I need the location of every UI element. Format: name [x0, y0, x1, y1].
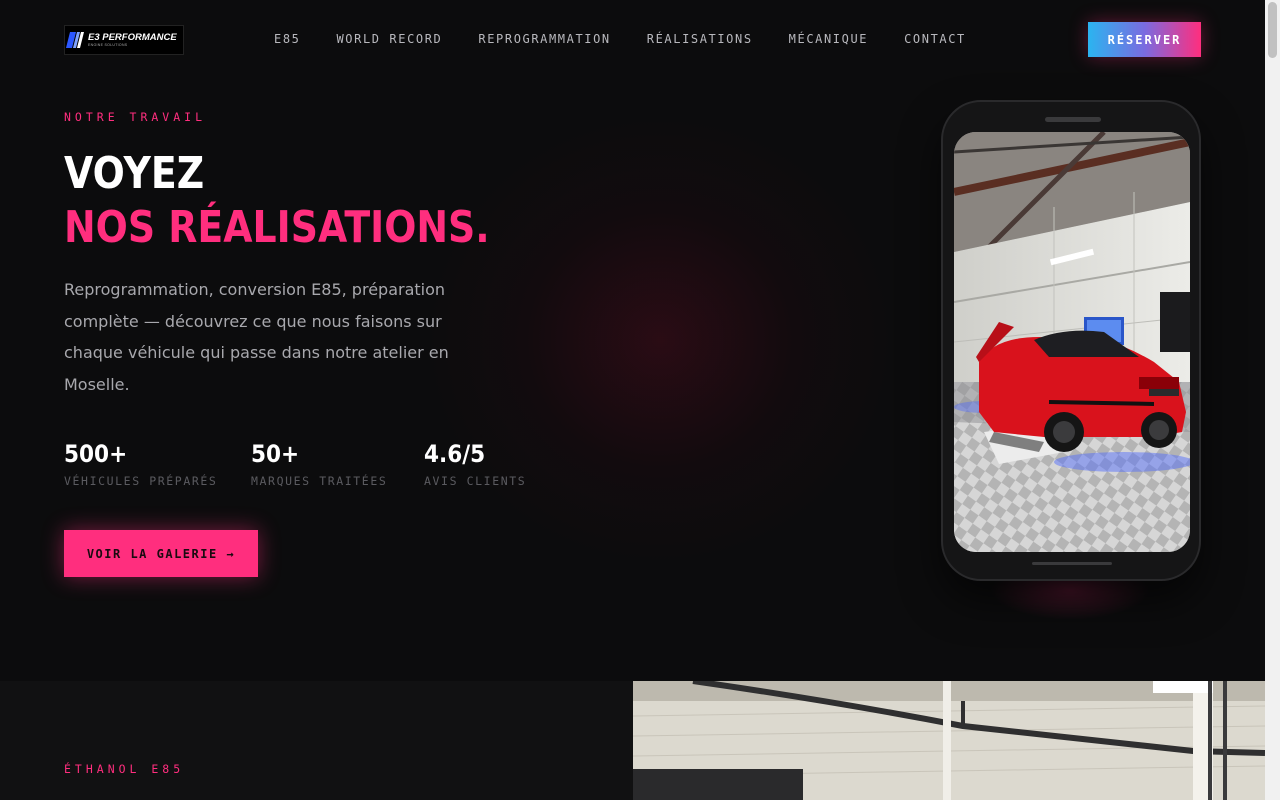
logo-subtitle: ENGINE SOLUTIONS [88, 43, 128, 47]
red-car-workshop-image[interactable] [954, 132, 1190, 552]
phone-speaker [1045, 117, 1101, 122]
phone-mockup [941, 100, 1201, 581]
nav-item-mecanique[interactable]: MÉCANIQUE [789, 32, 868, 46]
page-scrollbar[interactable] [1265, 0, 1280, 800]
nav-item-world-record[interactable]: WORLD RECORD [336, 32, 442, 46]
stat-label: MARQUES TRAITÉES [251, 474, 388, 488]
hero-title-line1: VOYEZ [64, 148, 205, 199]
workshop-image[interactable] [633, 681, 1265, 800]
stat-value: 4.6/5 [424, 440, 486, 468]
hero-eyebrow: NOTRE TRAVAIL [64, 110, 207, 124]
site-header: E3 PERFORMANCE ENGINE SOLUTIONS E85 WORL… [0, 0, 1265, 80]
stat-vehicles: 500+ VÉHICULES PRÉPARÉS [64, 440, 217, 488]
view-gallery-button[interactable]: VOIR LA GALERIE → [64, 530, 258, 577]
stat-brands: 50+ MARQUES TRAITÉES [251, 440, 387, 488]
stat-label: AVIS CLIENTS [424, 474, 527, 488]
workshop-photo-illustration [633, 681, 1265, 800]
hero-title-line2: NOS RÉALISATIONS. [64, 202, 490, 253]
stat-value: 500+ [64, 440, 128, 468]
main-nav: E85 WORLD RECORD REPROGRAMMATION RÉALISA… [274, 32, 1002, 46]
scrollbar-thumb[interactable] [1268, 2, 1277, 58]
nav-item-e85[interactable]: E85 [274, 32, 300, 46]
nav-item-realisations[interactable]: RÉALISATIONS [647, 32, 753, 46]
stat-label: VÉHICULES PRÉPARÉS [64, 474, 218, 488]
e85-eyebrow: ÉTHANOL E85 [64, 762, 185, 776]
nav-item-contact[interactable]: CONTACT [904, 32, 966, 46]
hero-background-glow [420, 110, 900, 570]
logo-stripes-icon [66, 32, 86, 48]
hero-description: Reprogrammation, conversion E85, prépara… [64, 280, 449, 394]
phone-home-bar [1032, 562, 1112, 565]
reserve-button[interactable]: RÉSERVER [1088, 22, 1201, 57]
brand-logo[interactable]: E3 PERFORMANCE ENGINE SOLUTIONS [64, 25, 184, 55]
stat-reviews: 4.6/5 AVIS CLIENTS [424, 440, 526, 488]
stat-value: 50+ [251, 440, 300, 468]
page: E3 PERFORMANCE ENGINE SOLUTIONS E85 WORL… [0, 0, 1265, 800]
car-photo-illustration [954, 132, 1190, 552]
logo-title: E3 PERFORMANCE [88, 31, 177, 43]
nav-item-reprogrammation[interactable]: REPROGRAMMATION [478, 32, 610, 46]
logo-text: E3 PERFORMANCE ENGINE SOLUTIONS [88, 31, 177, 48]
